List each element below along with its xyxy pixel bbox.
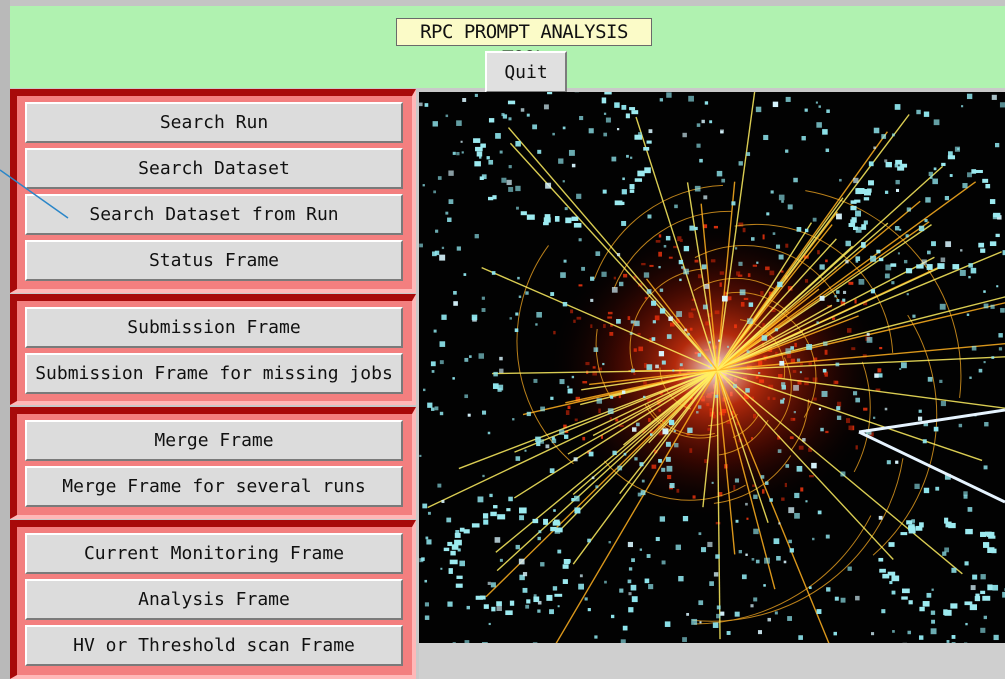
- current-monitoring-frame-button[interactable]: Current Monitoring Frame: [25, 533, 403, 574]
- quit-button[interactable]: Quit: [485, 51, 567, 93]
- collision-event-image: [419, 92, 1005, 643]
- merge-frame-button[interactable]: Merge Frame: [25, 420, 403, 461]
- window-left-border: [0, 0, 10, 679]
- submission-missing-jobs-button[interactable]: Submission Frame for missing jobs: [25, 353, 403, 394]
- search-dataset-from-run-button[interactable]: Search Dataset from Run: [25, 194, 403, 235]
- monitoring-panel: Current Monitoring Frame Analysis Frame …: [10, 520, 416, 679]
- merge-several-runs-button[interactable]: Merge Frame for several runs: [25, 466, 403, 507]
- particle-event-display: [419, 92, 1005, 643]
- header-bar: RPC PROMPT ANALYSIS TOOL Quit: [10, 6, 1005, 93]
- search-panel: Search Run Search Dataset Search Dataset…: [10, 89, 416, 293]
- search-run-button[interactable]: Search Run: [25, 102, 403, 143]
- hv-threshold-scan-frame-button[interactable]: HV or Threshold scan Frame: [25, 625, 403, 666]
- submission-frame-button[interactable]: Submission Frame: [25, 307, 403, 348]
- submission-panel: Submission Frame Submission Frame for mi…: [10, 294, 416, 405]
- search-dataset-button[interactable]: Search Dataset: [25, 148, 403, 189]
- analysis-frame-button[interactable]: Analysis Frame: [25, 579, 403, 620]
- image-bottom-strip: [419, 643, 1005, 679]
- status-frame-button[interactable]: Status Frame: [25, 240, 403, 281]
- merge-panel: Merge Frame Merge Frame for several runs: [10, 407, 416, 519]
- app-title: RPC PROMPT ANALYSIS TOOL: [396, 18, 652, 69]
